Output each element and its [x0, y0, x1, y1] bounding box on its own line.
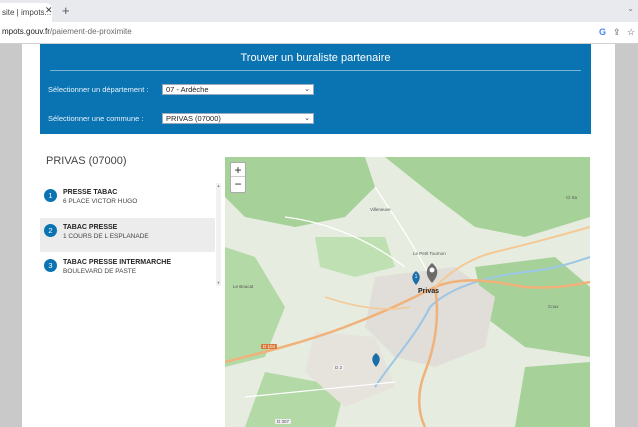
map-place-label: Le Boucat [233, 284, 254, 289]
page-background: Trouver un buraliste partenaire Sélectio… [0, 44, 638, 427]
tab-title: site | impots... [2, 8, 52, 17]
url-path: /paiement-de-proximite [49, 27, 132, 36]
map-place-label: Coux [548, 304, 559, 309]
panel-title: Trouver un buraliste partenaire [240, 52, 391, 64]
map-place-label: Le Petit Tournon [413, 251, 446, 256]
result-name: TABAC PRESSE INTERMARCHE [63, 259, 171, 266]
panel-divider [50, 70, 581, 71]
result-address: 6 PLACE VICTOR HUGO [63, 198, 138, 205]
result-address: 1 COURS DE L ESPLANADE [63, 233, 149, 240]
map-tiles[interactable]: 1 [225, 157, 590, 427]
result-address: BOULEVARD DE PAST​E [63, 268, 137, 275]
scroll-up-arrow-icon[interactable]: ▲ [216, 183, 221, 189]
result-number-badge: 1 [44, 189, 57, 202]
result-name: TABAC PRESSE [63, 224, 118, 231]
commune-label: Sélectionner une commune : [48, 114, 144, 123]
results-list: 1 PRESSE TABAC 6 PLACE VICTOR HUGO 2 TAB… [40, 183, 220, 289]
map-place-label: Villeneuve [370, 207, 391, 212]
url-text[interactable]: mpots.gouv.fr/paiement-de-proximite [2, 27, 132, 36]
results-title: PRIVAS (07000) [46, 155, 127, 167]
commune-select[interactable]: PRIVAS (07000) ⌄ [162, 113, 314, 124]
map-place-label: Cl Sa [566, 195, 578, 200]
google-icon[interactable]: G [599, 27, 606, 37]
department-label: Sélectionner un département : [48, 85, 149, 94]
map-city-label: Privas [418, 288, 440, 295]
result-name: PRESSE TABAC [63, 189, 118, 196]
chevron-down-icon: ⌄ [304, 86, 310, 93]
forest-area [225, 157, 375, 227]
share-icon[interactable]: ⇪ [613, 27, 621, 38]
page-content: Trouver un buraliste partenaire Sélectio… [22, 44, 615, 427]
bookmark-star-icon[interactable]: ☆ [627, 27, 635, 38]
list-item[interactable]: 3 TABAC PRESSE INTERMARCHE BOULEVARD DE … [40, 253, 215, 287]
address-bar[interactable]: mpots.gouv.fr/paiement-de-proximite G ⇪ … [0, 22, 638, 44]
results-scrollbar[interactable]: ▲ ▼ [216, 183, 221, 286]
road-label: D 307 [275, 419, 292, 424]
map-zoom-control: + − [230, 162, 246, 193]
department-value: 07 - Ardèche [166, 85, 209, 94]
zoom-in-button[interactable]: + [231, 163, 245, 177]
close-icon[interactable]: ✕ [45, 4, 53, 16]
map-marker-number: 1 [415, 274, 418, 280]
forest-area [515, 362, 590, 427]
chevron-down-icon: ⌄ [304, 115, 310, 122]
result-number-badge: 2 [44, 224, 57, 237]
search-panel: Trouver un buraliste partenaire Sélectio… [40, 44, 591, 134]
road-label: D 104 [261, 344, 278, 349]
forest-area [385, 157, 590, 237]
chevron-down-icon[interactable]: ⌄ [627, 4, 634, 13]
list-item[interactable]: 2 TABAC PRESSE 1 COURS DE L ESPLANADE [40, 218, 215, 252]
list-item[interactable]: 1 PRESSE TABAC 6 PLACE VICTOR HUGO [40, 183, 215, 217]
result-number-badge: 3 [44, 259, 57, 272]
scroll-down-arrow-icon[interactable]: ▼ [216, 280, 221, 286]
forest-area [315, 237, 395, 277]
commune-value: PRIVAS (07000) [166, 114, 221, 123]
new-tab-icon[interactable]: + [62, 3, 70, 19]
url-host: mpots.gouv.fr [2, 27, 50, 36]
zoom-out-button[interactable]: − [231, 177, 245, 191]
map[interactable]: 1 + − Privas Le Boucat Le Petit Tournon … [225, 157, 590, 427]
browser-tab-bar: site | impots... ✕ + ⌄ [0, 0, 638, 22]
department-select[interactable]: 07 - Ardèche ⌄ [162, 84, 314, 95]
road-label: D 2 [333, 365, 345, 370]
